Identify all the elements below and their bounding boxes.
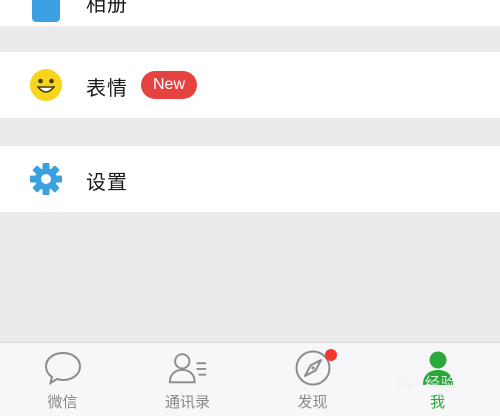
menu-item-album-label: 相册 [86, 0, 128, 16]
tab-chats-label: 微信 [47, 393, 78, 411]
chat-bubble-icon [42, 349, 84, 387]
gear-icon [28, 161, 64, 197]
menu-item-emoji[interactable]: 表情 New [0, 52, 500, 118]
tab-me[interactable]: 我 [375, 343, 500, 416]
menu-item-settings[interactable]: 设置 [0, 146, 500, 212]
menu-item-settings-label: 设置 [86, 170, 128, 194]
tab-chats[interactable]: 微信 [0, 343, 125, 416]
tab-discover-label: 发现 [297, 393, 328, 411]
new-badge: New [141, 71, 198, 99]
tab-contacts-label: 通讯录 [164, 393, 210, 411]
photo-album-icon [28, 0, 64, 26]
tab-discover[interactable]: 发现 [250, 343, 375, 416]
menu-item-emoji-label: 表情 [86, 76, 128, 100]
notification-dot [325, 349, 337, 361]
tab-me-label: 我 [429, 393, 445, 411]
wechat-me-screen: 相册 表情 New 设置 微信 通讯录 发现 我 Bai 经验 [0, 0, 500, 416]
person-icon [417, 349, 459, 387]
menu-item-album[interactable]: 相册 [0, 0, 500, 26]
bottom-tab-bar: 微信 通讯录 发现 我 [0, 342, 500, 416]
tab-contacts[interactable]: 通讯录 [125, 343, 250, 416]
smiley-face-icon [28, 67, 64, 103]
contacts-icon [167, 349, 209, 387]
